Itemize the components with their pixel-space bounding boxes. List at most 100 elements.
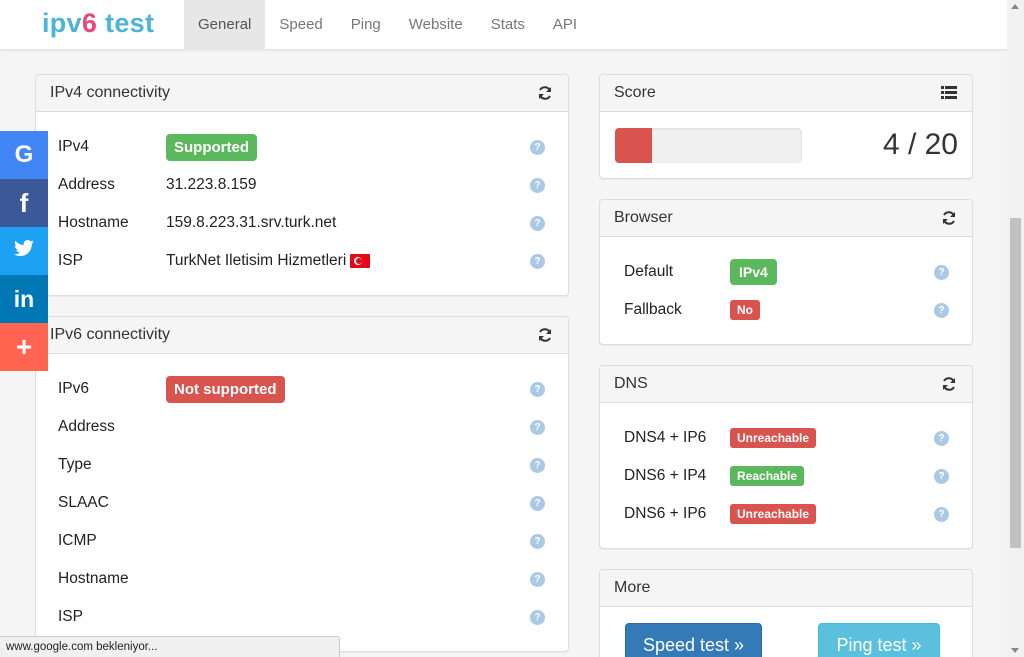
isp-value: TurkNet Iletisim Hizmetleri	[166, 252, 347, 269]
scroll-down-arrow-icon[interactable]	[1011, 648, 1019, 653]
help-icon[interactable]: ?	[530, 177, 545, 193]
brand-part-test: test	[97, 8, 155, 38]
more-panel-title: More	[614, 579, 651, 596]
row-label: Hostname	[58, 570, 129, 587]
linkedin-share-button[interactable]: in	[0, 275, 48, 323]
ping-test-button[interactable]: Ping test »	[818, 623, 940, 657]
twitter-share-button[interactable]	[0, 227, 48, 275]
help-icon[interactable]: ?	[530, 381, 545, 397]
browser-panel-title: Browser	[614, 209, 673, 226]
row-value: Reachable	[730, 466, 805, 486]
reachable-badge: Reachable	[730, 466, 805, 486]
row-label: DNS6 + IP4	[624, 467, 707, 484]
row-label: ISP	[58, 608, 83, 625]
google-share-button[interactable]: G	[0, 131, 48, 179]
vertical-scrollbar[interactable]	[1007, 0, 1024, 657]
row-label: SLAAC	[58, 494, 109, 511]
nav-tab-ping[interactable]: Ping	[337, 0, 395, 50]
row-label: DNS4 + IP6	[624, 429, 707, 446]
brand-part-ipv: ipv	[42, 8, 82, 38]
row-label: ISP	[58, 252, 83, 269]
help-icon[interactable]: ?	[934, 430, 949, 446]
speed-test-button[interactable]: Speed test »	[625, 623, 762, 657]
dns-panel-header: DNS	[600, 366, 972, 403]
row-label: Fallback	[624, 301, 682, 318]
dns-row-dns4-ip6: DNS4 + IP6 Unreachable ?	[600, 419, 972, 457]
help-icon[interactable]: ?	[530, 571, 545, 587]
social-share-bar: G f in +	[0, 131, 48, 371]
main-nav: General Speed Ping Website Stats API	[184, 0, 591, 50]
not-supported-badge: Not supported	[166, 375, 285, 403]
score-body: 4 / 20	[600, 112, 972, 178]
help-icon[interactable]: ?	[934, 506, 949, 522]
nav-tab-general[interactable]: General	[184, 0, 266, 50]
refresh-icon[interactable]	[940, 375, 958, 393]
ipv4-row-isp: ISP TurkNet Iletisim Hizmetleri ?	[36, 242, 568, 280]
top-navbar: ipv6 test General Speed Ping Website Sta…	[0, 0, 1007, 50]
score-panel-header: Score	[600, 75, 972, 112]
ipv6-row-slaac: SLAAC ?	[36, 484, 568, 522]
dns-panel: DNS DNS4 + IP6 Unreachable ? DNS6 + IP4 …	[599, 365, 973, 549]
row-label: DNS6 + IP6	[624, 505, 707, 522]
unreachable-badge: Unreachable	[730, 504, 817, 524]
scrollbar-thumb[interactable]	[1010, 218, 1021, 548]
nav-tab-api[interactable]: API	[539, 0, 591, 50]
refresh-icon[interactable]	[536, 84, 554, 102]
ipv4-row-status: IPv4 Supported ?	[36, 128, 568, 166]
scroll-up-arrow-icon[interactable]	[1011, 4, 1019, 9]
ipv6-row-isp: ISP ?	[36, 598, 568, 636]
fallback-no-badge: No	[730, 300, 760, 320]
row-value: TurkNet Iletisim Hizmetleri	[166, 252, 371, 270]
row-value: Supported	[166, 133, 257, 161]
refresh-icon[interactable]	[536, 326, 554, 344]
plus-icon: +	[15, 331, 33, 362]
default-ipv4-badge: IPv4	[730, 259, 777, 285]
row-label: IPv6	[58, 380, 90, 397]
row-label: Default	[624, 263, 674, 280]
help-icon[interactable]: ?	[530, 533, 545, 549]
ipv6-panel-title: IPv6 connectivity	[50, 326, 171, 343]
help-icon[interactable]: ?	[934, 302, 949, 318]
help-icon[interactable]: ?	[530, 139, 545, 155]
row-label: IPv4	[58, 138, 90, 155]
help-icon[interactable]: ?	[530, 215, 545, 231]
google-icon: G	[14, 141, 34, 168]
facebook-share-button[interactable]: f	[0, 179, 48, 227]
twitter-icon	[13, 238, 35, 264]
nav-tab-stats[interactable]: Stats	[477, 0, 539, 50]
score-progress-fill	[615, 128, 653, 163]
ipv4-address-link[interactable]: 31.223.8.159	[166, 176, 257, 194]
dns-row-dns6-ip6: DNS6 + IP6 Unreachable ?	[600, 495, 972, 533]
ipv6-row-hostname: Hostname ?	[36, 560, 568, 598]
help-icon[interactable]: ?	[530, 419, 545, 435]
ipv6-row-address: Address ?	[36, 408, 568, 446]
linkedin-icon: in	[13, 285, 35, 312]
ipv4-panel-header: IPv4 connectivity	[36, 75, 568, 112]
ipv4-panel-title: IPv4 connectivity	[50, 84, 171, 101]
list-icon[interactable]	[940, 84, 958, 102]
row-label: Address	[58, 418, 115, 435]
more-share-button[interactable]: +	[0, 323, 48, 371]
nav-tab-speed[interactable]: Speed	[265, 0, 336, 50]
help-icon[interactable]: ?	[530, 495, 545, 511]
dns-panel-title: DNS	[614, 375, 648, 392]
help-icon[interactable]: ?	[530, 253, 545, 269]
help-icon[interactable]: ?	[934, 264, 949, 280]
score-value: 4 / 20	[882, 128, 958, 161]
facebook-icon: f	[19, 187, 29, 218]
more-panel: More Speed test » Ping test »	[599, 569, 973, 657]
browser-panel: Browser Default IPv4 ? Fallback No ?	[599, 199, 973, 345]
brand-logo[interactable]: ipv6 test	[42, 8, 154, 39]
help-icon[interactable]: ?	[530, 609, 545, 625]
refresh-icon[interactable]	[940, 209, 958, 227]
row-value: Unreachable	[730, 428, 817, 448]
ipv6-panel: IPv6 connectivity IPv6 Not supported ? A…	[35, 316, 569, 652]
row-value: No	[730, 300, 760, 320]
row-value: Unreachable	[730, 504, 817, 524]
brand-part-six: 6	[81, 8, 98, 38]
browser-status-bar: www.google.com bekleniyor...	[0, 636, 340, 657]
help-icon[interactable]: ?	[530, 457, 545, 473]
help-icon[interactable]: ?	[934, 468, 949, 484]
row-value: IPv4	[730, 259, 777, 285]
nav-tab-website[interactable]: Website	[395, 0, 477, 50]
